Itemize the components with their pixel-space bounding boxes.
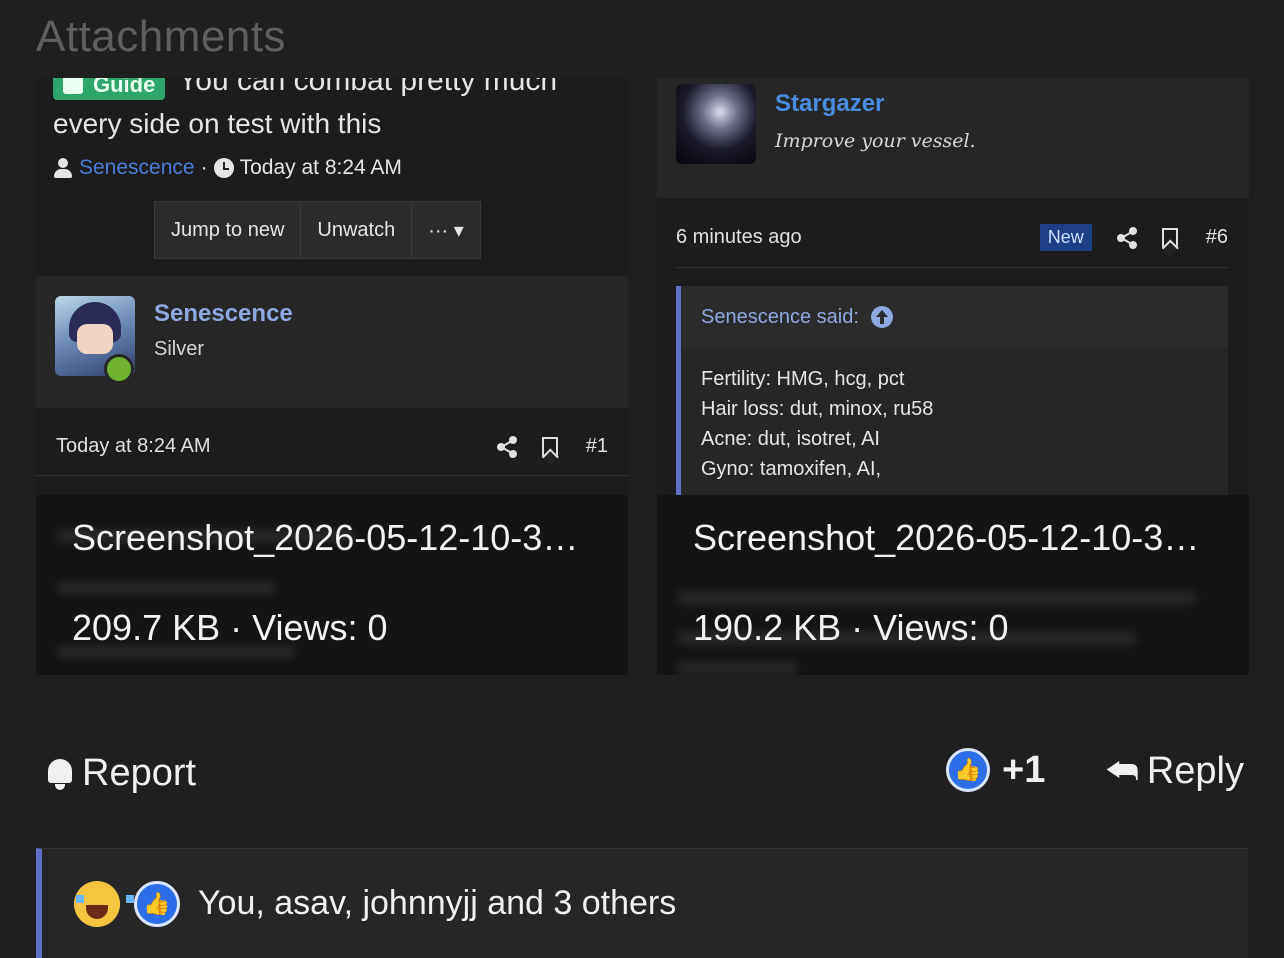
new-badge: New [1039, 224, 1092, 251]
meta-separator: · [200, 156, 208, 179]
guide-tag: Guide [53, 78, 165, 100]
bookmark-icon [1161, 227, 1178, 248]
guide-icon [63, 78, 83, 94]
attachment-card-1[interactable]: Guide You can combat pretty much every s… [36, 78, 628, 675]
reactions-bar: 👍 You, asav, johnnyjj and 3 others [36, 848, 1248, 958]
attachment-meta: 190.2 KB · Views: 0 [693, 607, 1009, 648]
post-actions: Report 👍 +1 ⮪ Reply [36, 740, 1248, 810]
post-meta-row: 6 minutes ago New #6 [676, 208, 1228, 268]
thumbs-up-icon: 👍 [134, 880, 180, 927]
avatar [676, 84, 756, 164]
quote-author: Senescence said: [701, 305, 859, 328]
attachment-card-2[interactable]: Stargazer Improve your vessel. 6 minutes… [657, 78, 1249, 675]
poster-rank: Silver [154, 338, 205, 360]
thread-button-group: Jump to new Unwatch ··· ▾ [154, 201, 481, 259]
guide-tag-label: Guide [93, 78, 156, 97]
post-meta-row: Today at 8:24 AM #1 [36, 418, 628, 476]
like-count: +1 [1002, 748, 1046, 791]
clock-icon [213, 158, 234, 178]
more-menu-button: ··· ▾ [428, 219, 464, 242]
post-number: #6 [1205, 226, 1228, 248]
quote-line: Hair loss: dut, minox, ru58 [701, 398, 934, 420]
poster-tagline: Improve your vessel. [775, 130, 976, 152]
quote-line: Gyno: tamoxifen, AI, [701, 458, 882, 480]
post-header: Stargazer Improve your vessel. [657, 78, 1249, 198]
attachment-filename[interactable]: Screenshot_2026-05-12-10-3… [72, 517, 592, 559]
share-icon [496, 435, 518, 458]
post-number: #1 [585, 435, 608, 457]
attachment-filename[interactable]: Screenshot_2026-05-12-10-3… [693, 517, 1213, 559]
report-button[interactable]: Report [46, 752, 196, 795]
arrow-up-icon [870, 306, 893, 328]
reply-button[interactable]: ⮪ Reply [1105, 750, 1244, 793]
attachment-caption-1[interactable]: Screenshot_2026-05-12-10-3… 209.7 KB · V… [36, 495, 628, 675]
thread-author: Senescence [79, 156, 195, 179]
report-label: Report [82, 752, 197, 794]
attachment-preview-2[interactable]: Stargazer Improve your vessel. 6 minutes… [657, 78, 1249, 526]
thread-meta: Senescence · Today at 8:24 AM [53, 156, 402, 180]
thread-time: Today at 8:24 AM [239, 156, 402, 179]
online-status-dot [104, 354, 134, 384]
poster-name: Stargazer [775, 90, 885, 117]
reply-arrow-icon: ⮪ [1105, 750, 1139, 791]
bell-icon [46, 757, 74, 791]
like-button[interactable]: 👍 +1 [946, 748, 1045, 792]
quote-line: Fertility: HMG, hcg, pct [701, 368, 905, 390]
reply-label: Reply [1146, 750, 1244, 792]
bookmark-icon [541, 436, 558, 457]
attachment-preview-1[interactable]: Guide You can combat pretty much every s… [36, 78, 628, 495]
user-icon [53, 158, 73, 178]
quote-body: Fertility: HMG, hcg, pct Hair loss: dut,… [681, 348, 1228, 500]
share-icon [1116, 226, 1138, 249]
thread-title-partial: You can combat pretty much [178, 78, 558, 97]
quote-block: Senescence said: Fertility: HMG, hcg, pc… [676, 286, 1228, 526]
reactions-summary-link[interactable]: You, asav, johnnyjj and 3 others [198, 884, 676, 923]
attachment-meta: 209.7 KB · Views: 0 [72, 607, 388, 648]
quote-header: Senescence said: [681, 286, 1228, 348]
poster-name: Senescence [154, 300, 293, 327]
quote-line: Acne: dut, isotret, AI [701, 428, 880, 450]
post-header: Senescence Silver [36, 276, 628, 408]
thread-title: every side on test with this [53, 108, 382, 139]
post-time: Today at 8:24 AM [56, 435, 211, 457]
thumbs-up-icon: 👍 [946, 748, 990, 792]
jump-to-new-button: Jump to new [155, 202, 302, 258]
post-time: 6 minutes ago [676, 226, 802, 248]
attachment-caption-2[interactable]: Screenshot_2026-05-12-10-3… 190.2 KB · V… [657, 495, 1249, 675]
attachments-title: Attachments [36, 12, 287, 61]
unwatch-button: Unwatch [301, 202, 413, 258]
laugh-cry-emoji-icon [74, 880, 134, 927]
